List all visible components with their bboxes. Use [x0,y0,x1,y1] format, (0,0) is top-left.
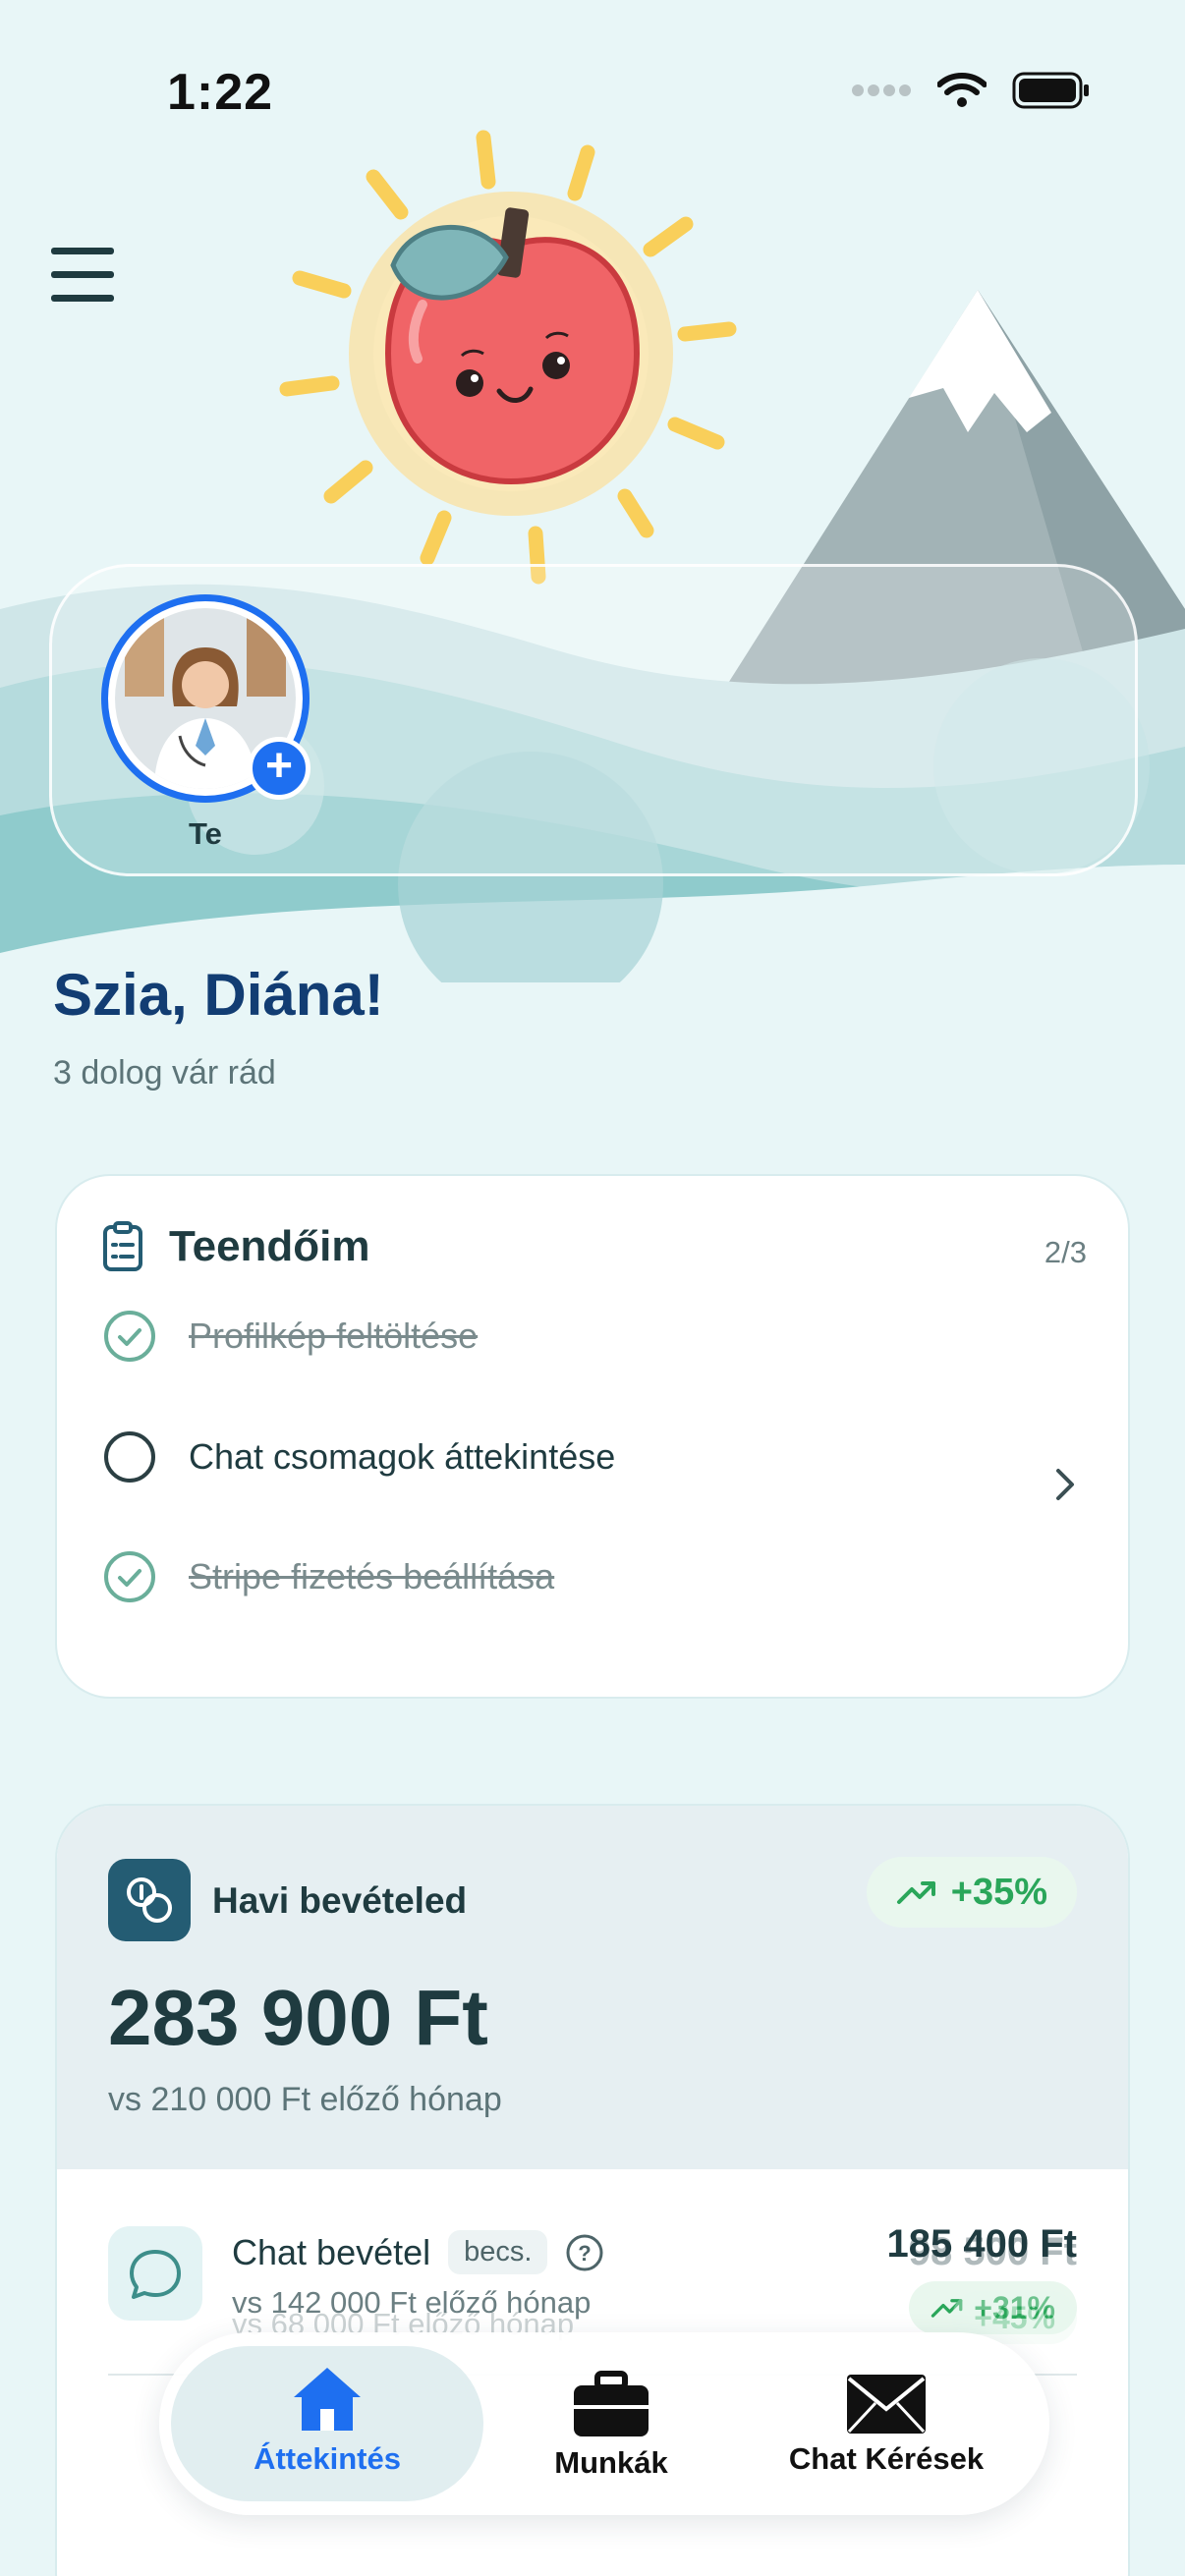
story-item-self[interactable]: + Te [101,594,310,852]
todo-item-label: Chat csomagok áttekintése [189,1436,616,1477]
estimate-tag: becs. [448,2230,548,2274]
todo-item[interactable]: Profilkép feltöltése [102,1309,478,1364]
clipboard-icon [103,1221,142,1271]
svg-text:?: ? [579,2241,592,2266]
bottom-tab-bar: Áttekintés Munkák Chat Kérések [159,2332,1049,2515]
trend-up-icon [896,1881,935,1904]
greeting-subtitle: 3 dolog vár rád [53,1054,276,1092]
income-amount: 283 900 Ft [108,1974,488,2061]
tab-label: Munkák [554,2445,668,2480]
income-label: Havi bevételed [212,1880,468,1921]
check-circle-icon [104,1551,155,1602]
chat-bubble-icon [108,2226,202,2321]
check-circle-icon [104,1311,155,1362]
todo-title: Teendőim [169,1222,370,1270]
todo-card: Teendőim 2/3 Profilkép feltöltése Chat c… [55,1174,1130,1699]
status-time: 1:22 [167,64,274,121]
income-row-change-value: +45% [974,2299,1055,2335]
tab-label: Áttekintés [254,2441,401,2476]
tab-overview[interactable]: Áttekintés [171,2346,483,2501]
chevron-right-icon[interactable] [1053,1465,1077,1504]
status-bar: 1:22 [0,0,1185,147]
menu-icon[interactable] [51,248,114,303]
briefcase-icon [574,2371,649,2436]
help-icon[interactable]: ? [565,2233,604,2272]
income-previous: vs 210 000 Ft előző hónap [108,2081,502,2118]
income-change-badge: +35% [866,1857,1077,1928]
add-story-button[interactable]: + [248,737,310,800]
home-icon [294,2368,361,2431]
tab-label: Chat Kérések [788,2441,985,2476]
greeting-title: Szia, Diána! [53,962,384,1028]
income-row-chat: Chat bevétel becs. ? [232,2230,604,2274]
empty-circle-icon [104,1431,155,1483]
todo-item[interactable]: Chat csomagok áttekintése [102,1429,615,1484]
tab-jobs[interactable]: Munkák [513,2332,709,2515]
envelope-icon [847,2375,926,2434]
battery-icon [1012,72,1089,109]
income-change-value: +35% [950,1871,1047,1913]
income-row-title: Chat bevétel [232,2231,431,2272]
wifi-icon [937,73,987,107]
signal-icon [852,84,911,96]
todo-item-label: Stripe fizetés beállítása [189,1556,555,1596]
avatar[interactable]: + [101,594,310,803]
stories-bar: + Te [49,564,1138,876]
tab-chat-requests[interactable]: Chat Kérések [749,2332,1024,2515]
income-row-amount: 98 500 Ft [908,2230,1077,2273]
todo-item-label: Profilkép feltöltése [189,1316,479,1356]
story-label: Te [189,816,222,851]
todo-item[interactable]: Stripe fizetés beállítása [102,1549,554,1604]
todo-count: 2/3 [1044,1235,1087,1269]
coins-icon [108,1859,191,1941]
income-summary: Havi bevételed +35% 283 900 Ft vs 210 00… [57,1806,1128,2169]
